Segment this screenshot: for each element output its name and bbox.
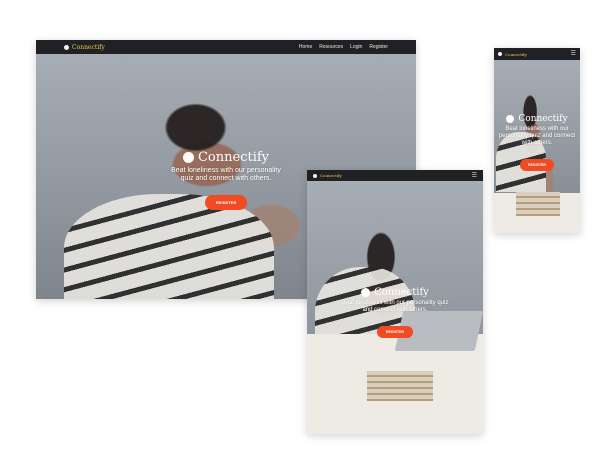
nav-register[interactable]: Register [369,44,388,50]
hero-subtitle: Beat loneliness with our personality qui… [498,126,576,146]
books-stack [367,371,433,401]
hero-subtitle: Beat loneliness with our personality qui… [341,300,449,313]
brand-name: Connectify [72,43,105,51]
hero-image: Connectify Beat loneliness with our pers… [307,181,483,434]
hero-title: Connectify [36,150,416,165]
hero-subtitle: Beat loneliness with our personality qui… [171,167,281,183]
hero-title-text: Connectify [518,114,568,124]
register-button[interactable]: REGISTER [520,158,554,171]
nav-login[interactable]: Login [350,44,362,50]
hero-title-text: Connectify [374,287,429,298]
mobile-navbar: Connectify ☰ [494,48,580,60]
nav-resources[interactable]: Resources [319,44,343,50]
books-stack [516,192,560,216]
spotify-logo-icon [64,44,69,50]
spotify-logo-icon [506,115,515,123]
brand-logo[interactable]: Connectify [498,52,527,57]
hamburger-icon[interactable]: ☰ [571,51,576,57]
tablet-navbar: Connectify ☰ [307,170,483,181]
hamburger-icon[interactable]: ☰ [472,173,477,179]
hero-image: Connectify Beat loneliness with our pers… [494,60,580,233]
nav-links: Home Resources Login Register [299,44,388,50]
spotify-logo-icon [361,288,371,297]
mobile-mockup: Connectify ☰ Connectify Beat loneliness … [494,48,580,233]
hero-title: Connectify [494,114,580,124]
hero-content: Connectify Beat loneliness with our pers… [307,287,483,338]
brand-name: Connectify [505,51,527,57]
brand-logo[interactable]: Connectify [313,173,342,178]
hero-title: Connectify [307,287,483,298]
spotify-logo-icon [313,173,317,178]
register-button[interactable]: REGISTER [377,325,413,338]
spotify-logo-icon [182,152,194,163]
hero-content: Connectify Beat loneliness with our pers… [494,114,580,171]
brand-logo[interactable]: Connectify [64,44,105,51]
desktop-navbar: Connectify Home Resources Login Register [36,40,416,54]
hero-title-text: Connectify [197,150,270,165]
register-button[interactable]: REGISTER [204,195,248,211]
nav-home[interactable]: Home [299,44,312,50]
brand-name: Connectify [320,173,342,178]
spotify-logo-icon [498,52,502,56]
